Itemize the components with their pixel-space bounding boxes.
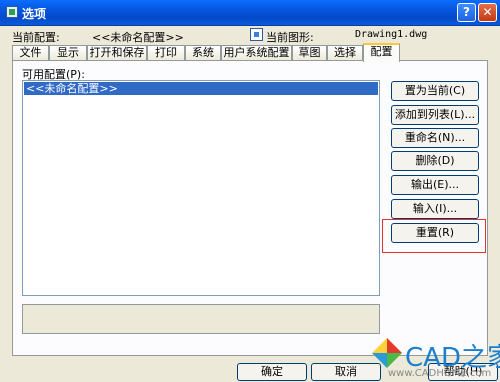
highlight-box [382,219,486,253]
watermark-url: www.CADHOME.com [388,368,492,379]
close-button[interactable]: ✕ [478,3,497,22]
tab-selection[interactable]: 选择 [327,45,363,61]
watermark-logo-icon [372,338,402,368]
tab-drafting[interactable]: 草图 [292,45,327,61]
tab-plot[interactable]: 打印 [147,45,185,61]
profiles-listbox[interactable]: <<未命名配置>> [22,80,380,296]
drawing-icon [250,28,263,41]
profile-description-box [22,304,380,334]
tab-open-save[interactable]: 打开和保存 [87,45,147,61]
ok-button[interactable]: 确定 [237,363,307,381]
help-button[interactable]: ? [457,3,476,22]
app-icon [6,6,18,18]
delete-button[interactable]: 删除(D) [391,151,479,171]
set-current-button[interactable]: 置为当前(C) [391,81,479,101]
tab-profiles[interactable]: 配置 [363,43,400,62]
export-button[interactable]: 输出(E)... [391,175,479,195]
options-dialog: 选项 ? ✕ 当前配置: <<未命名配置>> 当前图形: Drawing1.dw… [0,0,500,382]
import-button[interactable]: 输入(I)... [391,199,479,219]
current-drawing-value: Drawing1.dwg [355,29,428,40]
tab-files[interactable]: 文件 [12,45,49,61]
rename-button[interactable]: 重命名(N)... [391,128,479,148]
current-profile-label: 当前配置: [12,31,60,44]
window-title: 选项 [22,7,47,21]
title-bar[interactable]: 选项 ? ✕ [0,0,500,26]
tab-display[interactable]: 显示 [49,45,87,61]
current-profile-value: <<未命名配置>> [92,31,184,44]
tab-user-preferences[interactable]: 用户系统配置 [221,45,292,61]
add-to-list-button[interactable]: 添加到列表(L)... [391,105,479,125]
list-item[interactable]: <<未命名配置>> [24,82,378,95]
tab-system[interactable]: 系统 [185,45,221,61]
current-drawing-label: 当前图形: [266,31,314,44]
